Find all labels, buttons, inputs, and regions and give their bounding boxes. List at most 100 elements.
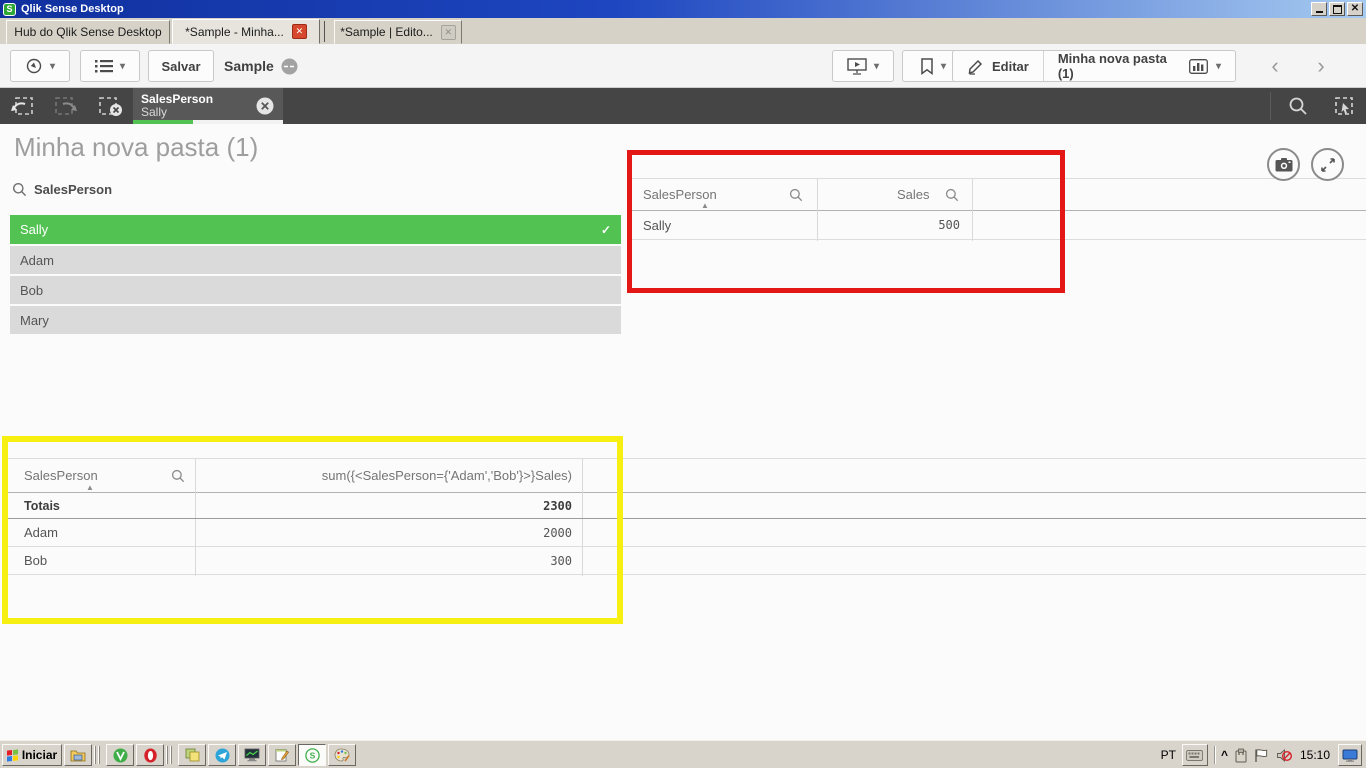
tab-bar: Hub do Qlik Sense Desktop *Sample - Minh… <box>0 18 1366 44</box>
chevron-down-icon: ▾ <box>940 60 947 72</box>
chevron-down-icon: ▾ <box>119 60 126 72</box>
selections-tool-icon[interactable] <box>1330 95 1358 117</box>
set-analysis-table: SalesPerson ▲ sum({<SalesPerson={'Adam',… <box>8 458 1366 576</box>
cell-sales-value: 500 <box>938 218 960 232</box>
tab-sample-editor-label: *Sample | Edito... <box>340 25 433 39</box>
taskbar-opera-button[interactable] <box>136 744 164 766</box>
taskbar-notepad-button[interactable] <box>268 744 296 766</box>
table-row[interactable]: Bob 300 <box>8 547 1366 575</box>
tab-sample-sheet[interactable]: *Sample - Minha... ✕ <box>172 19 320 44</box>
navigation-menu-button[interactable]: ▾ <box>10 50 70 82</box>
next-sheet-button[interactable]: › <box>1306 52 1336 80</box>
column-header-expression[interactable]: sum({<SalesPerson={'Adam','Bob'}>}Sales) <box>195 459 572 492</box>
redo-selection-icon[interactable] <box>52 95 80 117</box>
list-item-label: Sally <box>20 222 49 237</box>
clear-selections-icon[interactable] <box>96 95 124 117</box>
language-indicator[interactable]: PT <box>1161 748 1176 762</box>
chevron-down-icon: ▾ <box>873 60 880 72</box>
chevron-down-icon: ▾ <box>49 60 56 72</box>
start-button[interactable]: Iniciar <box>2 744 62 766</box>
show-desktop-button[interactable] <box>1338 744 1362 766</box>
list-item-label: Adam <box>20 252 54 268</box>
sheet-selector-button[interactable]: Minha nova pasta (1) ▾ <box>1044 51 1235 81</box>
totals-value: 2300 <box>543 498 572 513</box>
cell-salesperson[interactable]: Bob <box>24 547 47 574</box>
clock[interactable]: 15:10 <box>1298 748 1332 762</box>
current-selection-salesperson[interactable]: SalesPerson Sally <box>133 88 283 124</box>
green-v-app-icon <box>113 748 128 763</box>
cell-sum-value: 300 <box>550 553 572 568</box>
table-row[interactable]: Adam 2000 <box>8 519 1366 547</box>
toolbar-grip <box>94 746 102 764</box>
previous-sheet-button[interactable]: ‹ <box>1260 52 1290 80</box>
tab-close-icon[interactable]: ✕ <box>291 24 307 39</box>
totals-label: Totais <box>24 498 60 513</box>
list-item-label: Mary <box>20 312 49 328</box>
taskbar-notes-button[interactable] <box>178 744 206 766</box>
snapshot-button[interactable] <box>1267 148 1300 181</box>
divider <box>1270 92 1271 120</box>
taskbar-explorer-button[interactable] <box>64 744 92 766</box>
selection-field-value: Sally <box>141 105 168 119</box>
cell-salesperson[interactable]: Sally <box>643 211 671 239</box>
column-header-sales[interactable]: Sales <box>897 179 930 210</box>
column-search-icon[interactable] <box>789 179 803 210</box>
close-button[interactable]: ✕ <box>1347 2 1363 16</box>
compass-icon <box>25 57 43 75</box>
sheet-list-button[interactable]: ▾ <box>80 50 140 82</box>
list-item-sally[interactable]: Sally ✓ <box>10 215 621 244</box>
camera-icon <box>1275 157 1293 172</box>
taskbar-monitor-button[interactable] <box>238 744 266 766</box>
window-title: Qlik Sense Desktop <box>21 3 124 15</box>
tab-separator <box>324 21 325 42</box>
window-titlebar: S Qlik Sense Desktop ✕ <box>0 0 1366 18</box>
list-item-bob[interactable]: Bob <box>10 276 621 304</box>
pencil-icon <box>967 58 984 75</box>
column-search-icon[interactable] <box>945 179 959 210</box>
taskbar-app-v-button[interactable] <box>106 744 134 766</box>
flag-icon[interactable] <box>1254 748 1270 763</box>
start-button-label: Iniciar <box>21 748 58 762</box>
edit-button[interactable]: Editar <box>953 51 1043 81</box>
system-monitor-icon <box>244 748 260 762</box>
chart-sheet-icon <box>1189 58 1208 74</box>
taskbar-qlik-sense-button[interactable]: S <box>298 744 326 766</box>
opera-icon <box>143 748 158 763</box>
minimize-button[interactable] <box>1311 2 1327 16</box>
app-info-icon[interactable] <box>281 58 298 75</box>
tab-sample-editor[interactable]: *Sample | Edito... ✕ <box>334 20 462 44</box>
app-title: Sample <box>224 50 298 82</box>
taskbar-telegram-button[interactable] <box>208 744 236 766</box>
muted-speaker-icon[interactable] <box>1276 748 1292 763</box>
tab-hub-label: Hub do Qlik Sense Desktop <box>14 25 162 39</box>
system-tray: PT ^ 15:10 <box>1161 744 1362 766</box>
sheet-selector-label: Minha nova pasta (1) <box>1057 51 1167 81</box>
check-icon: ✓ <box>600 222 611 237</box>
table-row[interactable]: Sally 500 <box>629 211 1366 240</box>
remove-selection-icon[interactable] <box>255 96 275 116</box>
sheet-area: Minha nova pasta (1) SalesPerson Sally ✓… <box>0 124 1366 740</box>
list-item-adam[interactable]: Adam <box>10 246 621 274</box>
expand-icon <box>1320 157 1336 173</box>
taskbar-paint-button[interactable] <box>328 744 356 766</box>
fullscreen-button[interactable] <box>1311 148 1344 181</box>
column-search-icon[interactable] <box>171 459 185 492</box>
windows-logo-icon <box>6 748 18 762</box>
storytelling-button[interactable]: ▾ <box>832 50 894 82</box>
restore-button[interactable] <box>1329 2 1345 16</box>
qlik-logo-icon: S <box>3 2 16 16</box>
collapse-tray-icon[interactable]: ^ <box>1221 748 1228 762</box>
cell-sum-value: 2000 <box>543 525 572 540</box>
list-item-mary[interactable]: Mary <box>10 306 621 334</box>
tab-close-icon[interactable]: ✕ <box>440 24 456 40</box>
cell-salesperson[interactable]: Adam <box>24 519 58 546</box>
undo-selection-icon[interactable] <box>8 95 36 117</box>
keyboard-tray-button[interactable] <box>1181 744 1208 766</box>
app-toolbar: ▾ ▾ Salvar Sample ▾ ▾ Editar Minha nova … <box>0 44 1366 88</box>
toolbar-grip <box>166 746 174 764</box>
filter-pane-header[interactable]: SalesPerson <box>12 182 112 197</box>
save-button[interactable]: Salvar <box>148 50 214 82</box>
smart-search-icon[interactable] <box>1284 95 1312 117</box>
tab-hub[interactable]: Hub do Qlik Sense Desktop <box>6 20 170 44</box>
safely-remove-icon[interactable] <box>1234 748 1248 763</box>
